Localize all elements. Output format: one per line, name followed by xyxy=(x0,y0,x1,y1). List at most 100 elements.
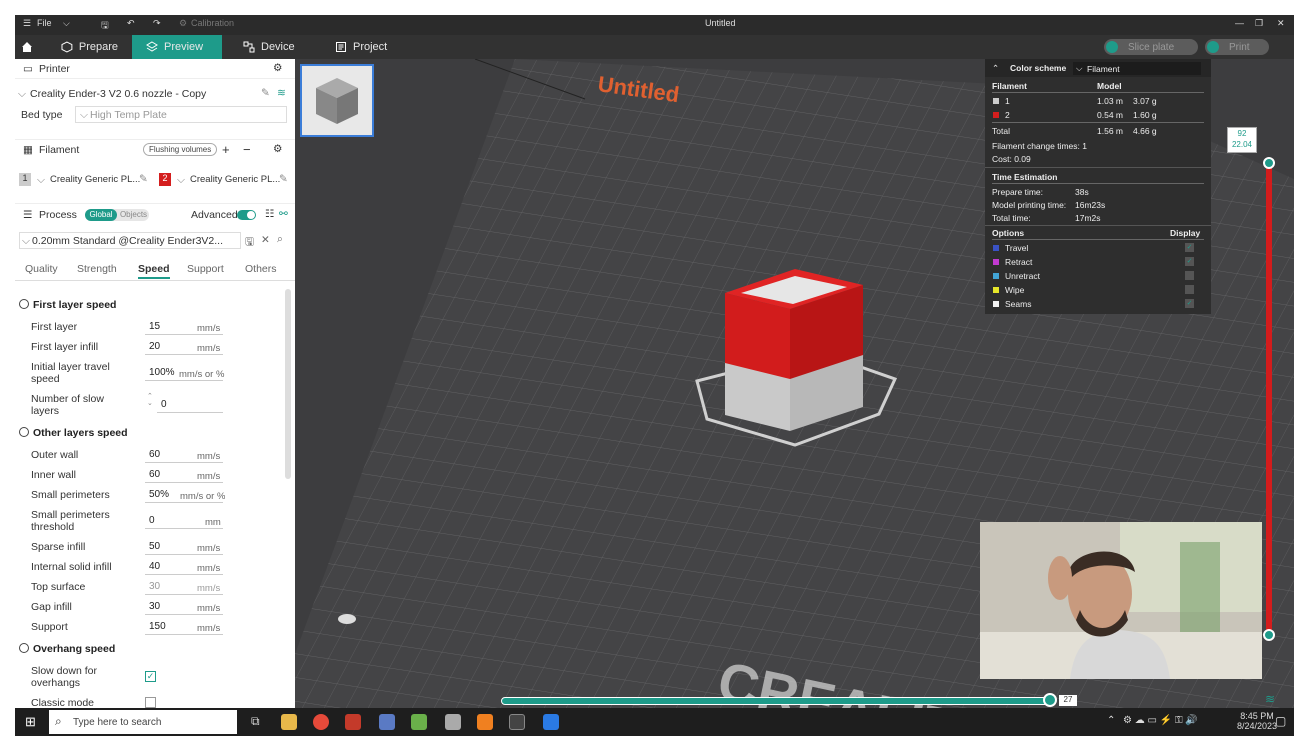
scrollbar-thumb[interactable] xyxy=(285,289,291,479)
flushing-volumes-button[interactable]: Flushing volumes xyxy=(143,143,218,156)
layers-icon[interactable]: ≋ xyxy=(1265,692,1275,706)
global-option[interactable]: Global xyxy=(85,209,117,221)
settings-scrollbar[interactable] xyxy=(285,285,291,705)
move-slider-handle[interactable] xyxy=(1043,693,1057,707)
zoom-icon[interactable] xyxy=(543,714,559,730)
calibration-icon[interactable]: ⚙ xyxy=(179,18,187,29)
wipe-checkbox[interactable] xyxy=(1185,285,1194,294)
calculator-icon[interactable] xyxy=(379,714,395,730)
task-view-icon[interactable]: ⧉ xyxy=(251,714,260,729)
gap-infill-label: Gap infill xyxy=(31,601,72,613)
save-icon[interactable]: 🖫 xyxy=(245,234,254,252)
search-icon[interactable]: ⌕ xyxy=(277,233,283,246)
print-dropdown-icon[interactable] xyxy=(1207,41,1219,53)
outer-wall-unit: mm/s xyxy=(197,451,221,462)
filament-slot-name[interactable]: Creality Generic PL... xyxy=(50,174,140,185)
move-slider-track[interactable] xyxy=(501,697,1051,705)
tray-chevron-icon[interactable]: ⌃ xyxy=(1107,715,1115,726)
unretract-checkbox[interactable] xyxy=(1185,271,1194,280)
total-label: Total xyxy=(992,126,1010,136)
file-explorer-icon[interactable] xyxy=(281,714,297,730)
plate-thumbnail[interactable] xyxy=(300,64,374,137)
tab-support[interactable]: Support xyxy=(187,263,224,275)
printer-settings-icon[interactable]: ⚙ xyxy=(273,62,282,74)
edit-icon[interactable]: ✎ xyxy=(139,173,148,185)
notification-icon[interactable]: ▢ xyxy=(1275,714,1286,728)
filament-settings-icon[interactable]: ⚙ xyxy=(273,143,282,155)
slicer-app-icon[interactable] xyxy=(509,714,525,730)
tab-device[interactable]: Device xyxy=(229,35,314,59)
printer-section-title: Printer xyxy=(39,63,70,75)
app-icon[interactable] xyxy=(477,714,493,730)
advanced-label: Advanced xyxy=(191,209,238,221)
add-filament-icon[interactable]: + xyxy=(222,142,230,157)
model-time-value: 16m23s xyxy=(1075,200,1106,210)
app-icon[interactable] xyxy=(445,714,461,730)
calibration-menu[interactable]: Calibration xyxy=(191,18,234,28)
tray-icons[interactable]: ⚙ ☁ ▭ ⚡ ⚿ 🔊 xyxy=(1123,715,1198,726)
advanced-toggle[interactable] xyxy=(237,210,256,220)
maximize-icon[interactable]: ❐ xyxy=(1255,18,1263,29)
process-icon: ☰ xyxy=(23,209,33,221)
slice-plate-button[interactable]: Slice plate xyxy=(1104,39,1198,55)
color-scheme-select[interactable]: ⌵ Filament xyxy=(1073,62,1201,75)
taskbar-search[interactable]: ⌕ Type here to search xyxy=(49,710,237,734)
list-view-icon[interactable]: ☷ xyxy=(265,208,274,220)
remove-filament-icon[interactable]: − xyxy=(243,142,251,157)
filament-slot-name[interactable]: Creality Generic PL... xyxy=(190,174,280,185)
slice-dropdown-icon[interactable] xyxy=(1106,41,1118,53)
nvidia-icon[interactable] xyxy=(411,714,427,730)
chrome-icon[interactable] xyxy=(313,714,329,730)
chevron-down-icon[interactable]: ⌵ xyxy=(63,18,70,29)
menu-icon[interactable]: ☰ xyxy=(23,18,31,29)
tab-strength[interactable]: Strength xyxy=(77,263,117,275)
tab-prepare[interactable]: Prepare xyxy=(47,35,132,59)
windows-start-icon[interactable]: ⊞ xyxy=(25,714,36,730)
wifi-icon[interactable]: ≋ xyxy=(277,87,286,99)
filament-slot-index: 2 xyxy=(159,173,171,186)
option-retract: Retract xyxy=(1005,257,1033,267)
file-menu[interactable]: File xyxy=(37,18,52,28)
home-button[interactable] xyxy=(15,35,43,59)
edit-icon[interactable]: ✎ xyxy=(261,87,270,99)
seams-checkbox[interactable]: ✓ xyxy=(1185,299,1194,308)
edit-icon[interactable]: ✎ xyxy=(279,173,288,185)
chevron-down-icon: ⌵ xyxy=(177,174,185,186)
collapse-icon[interactable]: ⌃ xyxy=(992,63,999,74)
app-icon[interactable] xyxy=(345,714,361,730)
small-perimeters-threshold-label: Small perimeters xyxy=(31,509,110,521)
travel-checkbox[interactable]: ✓ xyxy=(1185,243,1194,252)
slow-layers-input[interactable]: 0 xyxy=(157,399,223,413)
minimize-icon[interactable]: — xyxy=(1235,18,1244,28)
print-button[interactable]: Print xyxy=(1205,39,1269,55)
close-icon[interactable]: ✕ xyxy=(1277,18,1285,29)
layer-slider-track[interactable] xyxy=(1266,163,1272,635)
retract-checkbox[interactable]: ✓ xyxy=(1185,257,1194,266)
save-icon[interactable]: 🖫 xyxy=(101,18,109,34)
close-icon[interactable]: ✕ xyxy=(261,234,270,246)
device-icon xyxy=(243,41,255,53)
tab-speed[interactable]: Speed xyxy=(138,263,170,279)
layer-slider-top-handle[interactable] xyxy=(1263,157,1275,169)
time-estimation-title: Time Estimation xyxy=(992,172,1058,182)
redo-icon[interactable]: ↷ xyxy=(153,18,161,29)
tab-quality[interactable]: Quality xyxy=(25,263,58,275)
tab-preview[interactable]: Preview xyxy=(132,35,222,59)
objects-option[interactable]: Objects xyxy=(118,209,149,221)
process-profile-select[interactable]: ⌵ 0.20mm Standard @Creality Ender3V2... xyxy=(19,232,241,249)
slow-down-checkbox[interactable]: ✓ xyxy=(145,671,156,682)
printer-selector[interactable]: ⌵ Creality Ender-3 V2 0.6 nozzle - Copy … xyxy=(15,85,295,103)
layer-slider-bottom-handle[interactable] xyxy=(1263,629,1275,641)
global-objects-toggle[interactable]: Global Objects xyxy=(85,209,149,221)
chevron-down-icon: ⌵ xyxy=(1076,63,1083,73)
tab-project[interactable]: Project xyxy=(321,35,406,59)
undo-icon[interactable]: ↶ xyxy=(127,18,135,29)
clock[interactable]: 8:45 PM 8/24/2023 xyxy=(1237,711,1277,731)
tab-others[interactable]: Others xyxy=(245,263,277,275)
classic-mode-checkbox[interactable] xyxy=(145,697,156,708)
bed-type-select[interactable]: ⌵ High Temp Plate xyxy=(75,106,287,123)
slice-plate-label: Slice plate xyxy=(1128,41,1175,53)
spinner-arrows-icon[interactable]: ⌃ ⌄ xyxy=(147,393,153,407)
filament-col-header: Filament xyxy=(992,81,1027,91)
compare-icon[interactable]: ⚯ xyxy=(279,208,288,220)
